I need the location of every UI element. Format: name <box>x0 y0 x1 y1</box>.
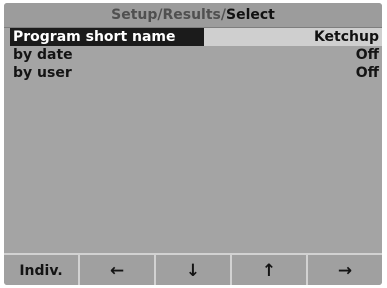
page-title: Setup/Results/Select <box>4 3 382 28</box>
down-button[interactable]: ↓ <box>154 255 230 285</box>
breadcrumb-setup: Setup/ <box>111 7 163 23</box>
indiv-button[interactable]: Indiv. <box>4 255 78 285</box>
indiv-button-label: Indiv. <box>19 263 63 279</box>
list-item-value: Off <box>355 47 379 63</box>
list-item-program-short-name[interactable]: Program short name Ketchup <box>4 28 382 46</box>
left-button[interactable]: ← <box>78 255 154 285</box>
list-item-by-date[interactable]: by date Off <box>4 46 382 64</box>
list-item-value: Off <box>355 65 379 81</box>
right-button[interactable]: → <box>306 255 382 285</box>
up-arrow-icon: ↑ <box>261 261 277 281</box>
list-item-label: by date <box>13 47 73 63</box>
list-item-by-user[interactable]: by user Off <box>4 64 382 82</box>
left-arrow-icon: ← <box>109 261 125 281</box>
right-arrow-icon: → <box>337 261 353 281</box>
list-item-label: by user <box>13 65 72 81</box>
breadcrumb-results: Results/ <box>162 7 226 23</box>
list-item-label: Program short name <box>13 29 176 45</box>
list-item-value: Ketchup <box>313 29 379 45</box>
settings-list: Program short name Ketchup by date Off b… <box>4 28 382 82</box>
down-arrow-icon: ↓ <box>185 261 201 281</box>
breadcrumb-select: Select <box>226 7 275 23</box>
up-button[interactable]: ↑ <box>230 255 306 285</box>
device-screen: Setup/Results/Select Program short name … <box>4 3 382 285</box>
softkey-bar: Indiv. ← ↓ ↑ → <box>4 253 382 285</box>
